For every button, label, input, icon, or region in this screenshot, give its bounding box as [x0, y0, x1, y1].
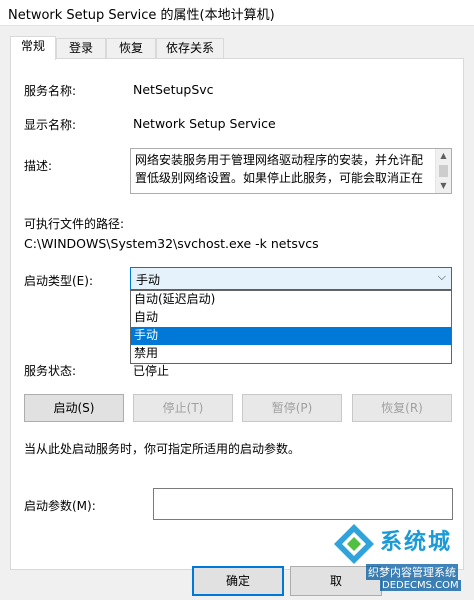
resume-button[interactable]: 恢复(R) — [352, 394, 452, 422]
watermark-logo-icon — [334, 524, 374, 564]
startup-option-manual[interactable]: 手动 — [131, 327, 451, 345]
tab-dependencies[interactable]: 依存关系 — [156, 38, 224, 58]
start-params-hint: 当从此处启动服务时，你可指定所适用的启动参数。 — [24, 442, 301, 456]
scroll-up-icon[interactable]: ▲ — [436, 149, 451, 163]
watermark-line-1: 织梦内容管理系统 — [366, 564, 458, 580]
service-status-label: 服务状态: — [24, 364, 77, 378]
description-label: 描述: — [24, 159, 53, 173]
watermark: 系统城 织梦内容管理系统 DEDECMS.COM — [330, 520, 474, 600]
start-params-label: 启动参数(M): — [24, 499, 96, 513]
startup-type-select[interactable]: 手动 ⌵ — [130, 267, 452, 290]
display-name-label: 显示名称: — [24, 118, 77, 132]
description-text: 网络安装服务用于管理网络驱动程序的安装，并允许配 置低级别网络设置。如果停止此服务… — [135, 151, 433, 187]
description-line-2: 置低级别网络设置。如果停止此服务，可能会取消正在 — [135, 171, 424, 185]
description-box[interactable]: 网络安装服务用于管理网络驱动程序的安装，并允许配 置低级别网络设置。如果停止此服务… — [130, 148, 452, 194]
startup-option-auto[interactable]: 自动 — [131, 309, 451, 327]
scroll-thumb[interactable] — [439, 165, 448, 177]
ok-button[interactable]: 确定 — [192, 566, 284, 596]
tab-logon[interactable]: 登录 — [56, 38, 106, 58]
tab-recovery[interactable]: 恢复 — [106, 38, 156, 58]
window-title: Network Setup Service 的属性(本地计算机) — [8, 8, 275, 23]
exec-path-label: 可执行文件的路径: — [24, 217, 125, 231]
watermark-brand: 系统城 — [380, 530, 453, 555]
startup-type-label: 启动类型(E): — [24, 274, 93, 288]
watermark-line-2: DEDECMS.COM — [380, 580, 461, 591]
service-name-value: NetSetupSvc — [133, 82, 214, 97]
startup-option-auto-delayed[interactable]: 自动(延迟启动) — [131, 291, 451, 309]
description-line-1: 网络安装服务用于管理网络驱动程序的安装，并允许配 — [135, 153, 424, 167]
stop-button[interactable]: 停止(T) — [133, 394, 233, 422]
start-button[interactable]: 启动(S) — [24, 394, 124, 422]
service-status-value: 已停止 — [133, 364, 170, 378]
tab-general[interactable]: 常规 — [10, 36, 56, 60]
scroll-down-icon[interactable]: ▼ — [436, 179, 451, 193]
startup-type-value: 手动 — [136, 273, 161, 287]
service-name-label: 服务名称: — [24, 84, 77, 98]
title-bar: Network Setup Service 的属性(本地计算机) — [0, 0, 474, 26]
startup-type-dropdown: 自动(延迟启动) 自动 手动 禁用 — [130, 290, 452, 364]
startup-option-disabled[interactable]: 禁用 — [131, 345, 451, 363]
start-params-input[interactable] — [153, 488, 453, 520]
exec-path-value: C:\WINDOWS\System32\svchost.exe -k netsv… — [24, 236, 319, 251]
chevron-down-icon[interactable]: ⌵ — [438, 270, 446, 284]
description-scrollbar[interactable]: ▲ ▼ — [435, 149, 451, 193]
display-name-value: Network Setup Service — [133, 116, 276, 131]
pause-button[interactable]: 暂停(P) — [242, 394, 342, 422]
